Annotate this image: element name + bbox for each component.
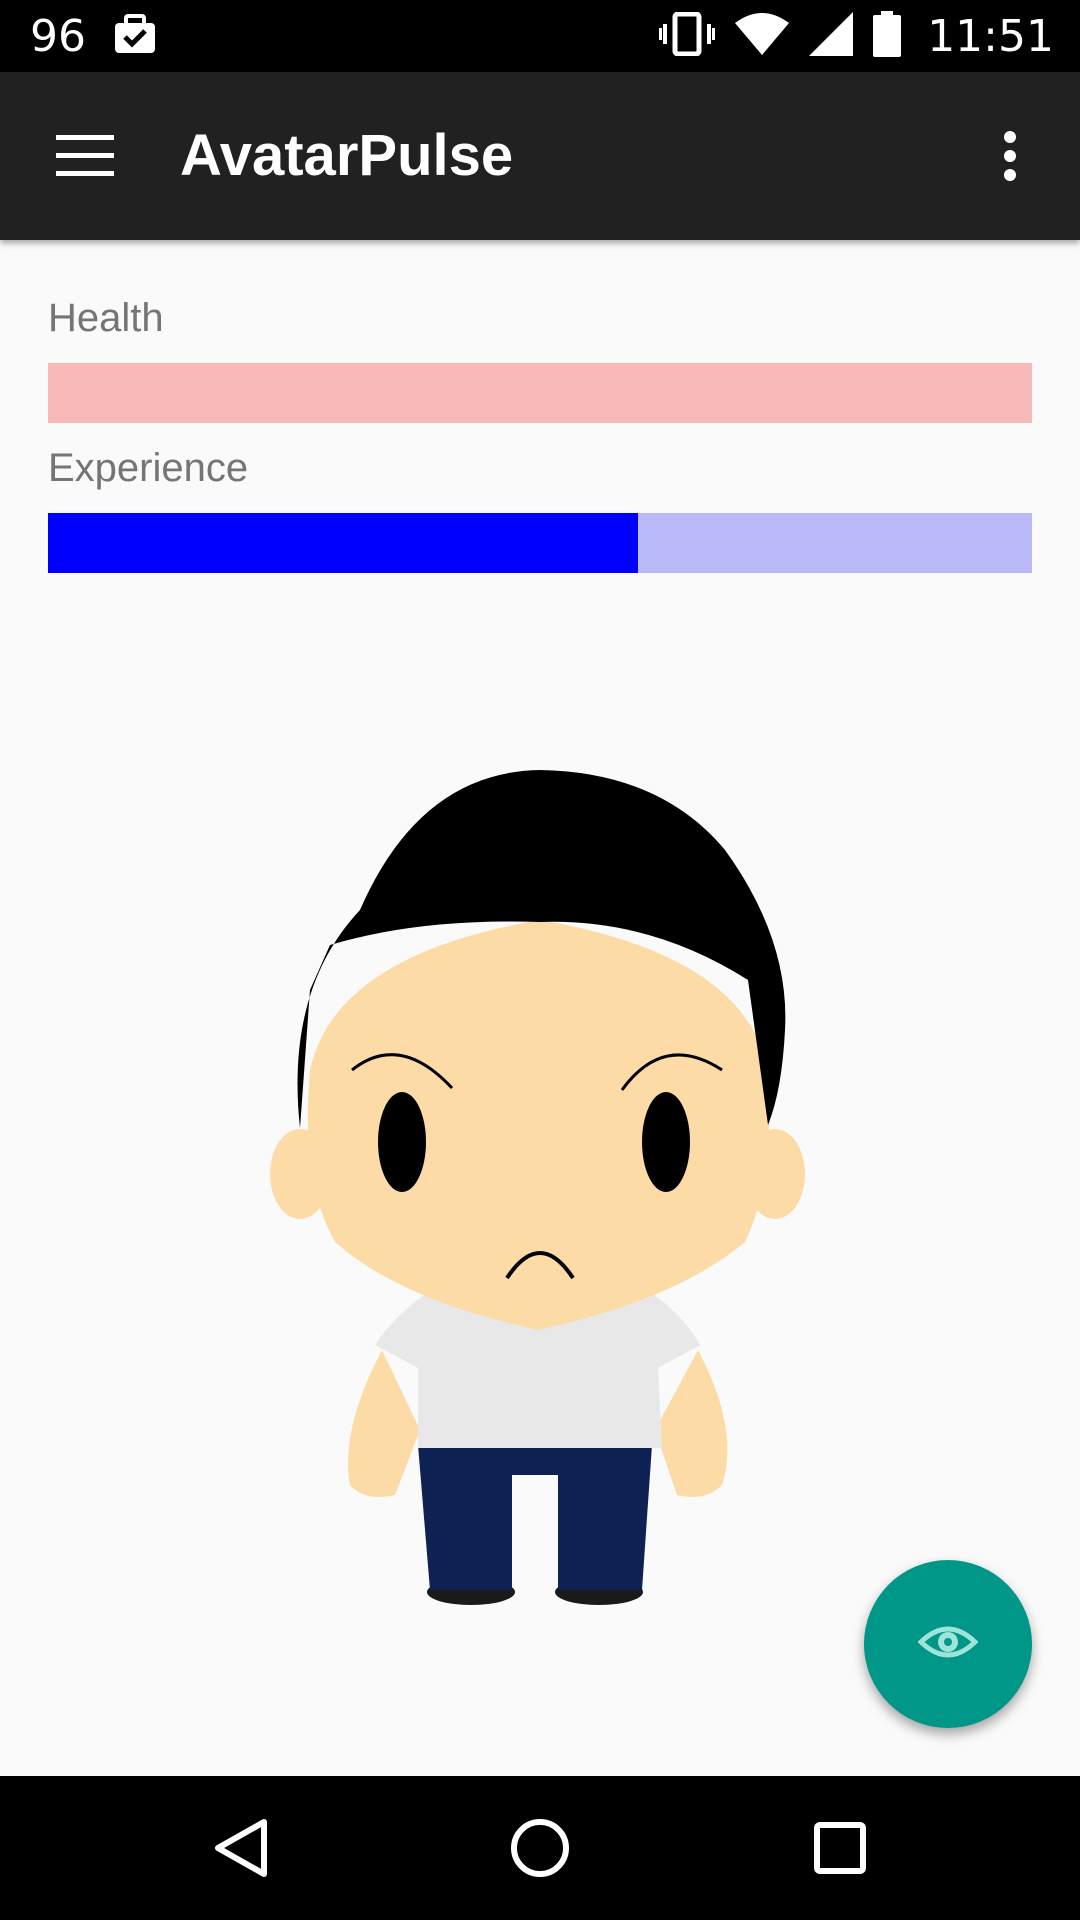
home-circle-icon[interactable] [490, 1798, 590, 1898]
app-title: AvatarPulse [180, 123, 514, 188]
right-eye [642, 1092, 690, 1192]
left-arm [348, 1350, 420, 1498]
vibrate-icon [659, 11, 716, 61]
face [307, 920, 770, 1330]
pants [418, 1445, 652, 1590]
back-triangle-icon[interactable] [190, 1798, 290, 1898]
hamburger-menu-icon[interactable] [40, 116, 130, 196]
navigation-bar [0, 1776, 1080, 1920]
app-bar: AvatarPulse [0, 72, 1080, 240]
left-eye [378, 1092, 426, 1192]
recents-square-icon[interactable] [790, 1798, 890, 1898]
notification-count: 96 [30, 10, 86, 62]
right-arm [655, 1350, 728, 1498]
health-label: Health [48, 296, 164, 340]
status-bar: 96 11:51 [0, 0, 1080, 72]
battery-icon [873, 10, 902, 62]
cell-signal-icon [809, 11, 854, 61]
experience-progress-fill [48, 513, 639, 573]
more-vert-icon[interactable] [970, 116, 1050, 196]
eye-fab-button[interactable] [864, 1560, 1032, 1728]
eye-icon [917, 1622, 979, 1667]
experience-progress-bar [48, 513, 1032, 573]
status-time: 11:51 [927, 10, 1054, 62]
avatar-character [0, 740, 1080, 1640]
health-progress-bar [48, 363, 1032, 423]
experience-label: Experience [48, 446, 249, 490]
wifi-icon [735, 12, 790, 60]
briefcase-check-icon [112, 13, 158, 60]
